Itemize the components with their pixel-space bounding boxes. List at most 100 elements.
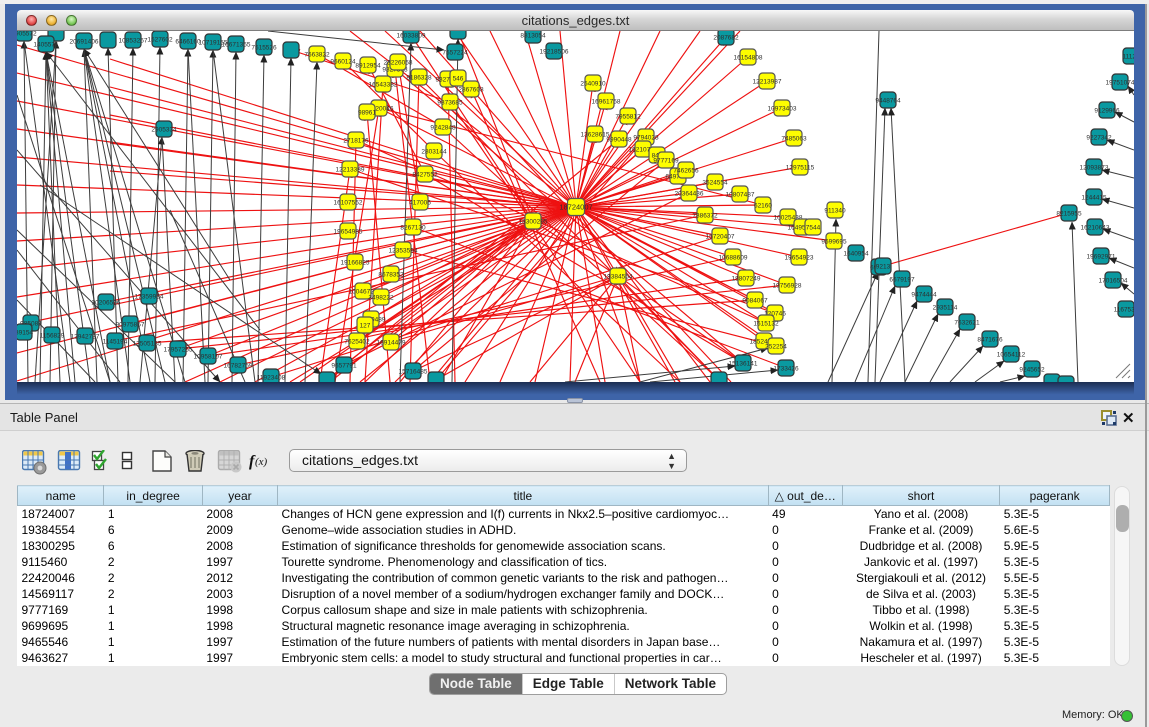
svg-text:1733426: 1733426 xyxy=(773,366,799,373)
svg-text:3624554: 3624554 xyxy=(702,180,728,187)
svg-text:9373685: 9373685 xyxy=(437,100,463,107)
svg-text:2905334: 2905334 xyxy=(151,127,177,134)
svg-text:911340: 911340 xyxy=(824,208,846,215)
svg-text:9448764: 9448764 xyxy=(875,98,901,105)
svg-text:20691406: 20691406 xyxy=(70,39,99,46)
svg-text:17359934: 17359934 xyxy=(135,294,164,301)
svg-text:62160: 62160 xyxy=(754,203,772,210)
svg-text:19218506: 19218506 xyxy=(540,49,569,56)
svg-text:23226058: 23226058 xyxy=(384,60,413,67)
svg-text:7557224: 7557224 xyxy=(442,50,468,57)
svg-text:19751074: 19751074 xyxy=(1106,80,1134,87)
svg-text:(x): (x) xyxy=(255,456,268,468)
svg-text:39154: 39154 xyxy=(17,330,33,337)
svg-text:90975867: 90975867 xyxy=(116,322,145,329)
svg-text:16033809: 16033809 xyxy=(397,33,426,40)
svg-text:8813054: 8813054 xyxy=(520,33,546,40)
svg-text:16961758: 16961758 xyxy=(592,99,621,106)
svg-text:9084067: 9084067 xyxy=(742,298,768,305)
svg-text:1615132: 1615132 xyxy=(753,321,779,328)
svg-text:9245652: 9245652 xyxy=(1019,367,1045,374)
svg-text:7955812: 7955812 xyxy=(615,114,641,121)
svg-text:15716485: 15716485 xyxy=(399,369,428,376)
svg-text:8186328: 8186328 xyxy=(406,75,432,82)
svg-text:12213987: 12213987 xyxy=(753,79,782,86)
svg-text:2867608: 2867608 xyxy=(458,87,484,94)
svg-text:15720407: 15720407 xyxy=(706,234,735,241)
svg-text:6466160: 6466160 xyxy=(175,39,201,46)
svg-text:2540910: 2540910 xyxy=(580,81,606,88)
svg-text:7386372: 7386372 xyxy=(692,213,718,220)
svg-text:10958107: 10958107 xyxy=(194,354,223,361)
svg-text:1244415: 1244415 xyxy=(1081,195,1107,202)
svg-text:9129966: 9129966 xyxy=(1094,108,1120,115)
svg-text:12942737: 12942737 xyxy=(71,334,100,341)
svg-text:18807249: 18807249 xyxy=(732,276,761,283)
svg-text:17016504: 17016504 xyxy=(1099,278,1128,285)
svg-text:252254: 252254 xyxy=(765,344,787,351)
svg-text:7663822: 7663822 xyxy=(304,52,330,59)
svg-text:19654923: 19654923 xyxy=(785,255,814,262)
svg-text:2935114: 2935114 xyxy=(933,305,958,312)
svg-text:16154808: 16154808 xyxy=(734,55,763,62)
svg-text:10807487: 10807487 xyxy=(726,192,755,199)
svg-text:9777169: 9777169 xyxy=(653,158,679,165)
svg-text:7462656: 7462656 xyxy=(673,168,699,175)
svg-text:127: 127 xyxy=(360,323,371,330)
svg-text:12213389: 12213389 xyxy=(336,167,365,174)
svg-text:9474444: 9474444 xyxy=(911,292,937,299)
svg-text:10853267: 10853267 xyxy=(119,38,148,45)
svg-text:8267130: 8267130 xyxy=(400,225,426,232)
svg-text:1905572: 1905572 xyxy=(17,31,37,38)
svg-text:1156829: 1156829 xyxy=(40,333,65,340)
svg-text:19756928: 19756928 xyxy=(773,283,802,290)
svg-text:10688609: 10688609 xyxy=(719,255,748,262)
svg-text:10654112: 10654112 xyxy=(997,352,1026,359)
svg-text:12505135: 12505135 xyxy=(133,341,162,348)
svg-text:8215955: 8215955 xyxy=(1056,211,1082,218)
svg-text:9660124: 9660124 xyxy=(330,59,356,66)
svg-text:7625402: 7625402 xyxy=(344,339,370,346)
svg-text:17957255: 17957255 xyxy=(164,347,193,354)
svg-text:546: 546 xyxy=(453,76,464,83)
svg-text:16210643: 16210643 xyxy=(1081,225,1110,232)
svg-text:7632621: 7632621 xyxy=(954,320,980,327)
svg-text:9657791: 9657791 xyxy=(331,363,357,370)
svg-text:20364436: 20364436 xyxy=(675,191,704,198)
svg-text:20206506: 20206506 xyxy=(92,300,121,307)
svg-text:18724007: 18724007 xyxy=(559,203,592,212)
svg-text:16543382: 16543382 xyxy=(369,82,398,89)
svg-text:1145194: 1145194 xyxy=(103,339,128,346)
svg-text:8427552: 8427552 xyxy=(412,172,438,179)
svg-text:16914479: 16914479 xyxy=(377,340,406,347)
svg-text:18300295: 18300295 xyxy=(519,219,548,226)
svg-text:12353594: 12353594 xyxy=(389,248,418,255)
svg-text:9699695: 9699695 xyxy=(821,239,847,246)
svg-text:417006: 417006 xyxy=(409,200,431,207)
svg-text:15136141: 15136141 xyxy=(729,361,758,368)
svg-text:2718176: 2718176 xyxy=(343,138,369,145)
svg-text:16107552: 16107552 xyxy=(334,200,363,207)
svg-text:16671355: 16671355 xyxy=(222,42,251,49)
svg-text:10973403: 10973403 xyxy=(768,106,797,113)
svg-text:98961: 98961 xyxy=(358,110,376,117)
svg-text:12975115: 12975115 xyxy=(786,165,815,172)
svg-text:19166825: 19166825 xyxy=(341,260,370,267)
svg-text:9227342: 9227342 xyxy=(1086,135,1112,142)
svg-text:1527602: 1527602 xyxy=(147,37,173,44)
svg-text:9242848: 9242848 xyxy=(430,125,456,132)
svg-text:19654985: 19654985 xyxy=(334,229,363,236)
svg-text:3498222: 3498222 xyxy=(368,295,394,302)
svg-text:2803144: 2803144 xyxy=(421,149,447,156)
svg-text:12093873: 12093873 xyxy=(1080,165,1109,172)
svg-text:8912954: 8912954 xyxy=(355,63,381,70)
svg-text:2087682: 2087682 xyxy=(713,35,739,42)
svg-text:6679197: 6679197 xyxy=(889,277,915,284)
svg-text:19384554: 19384554 xyxy=(604,274,633,281)
svg-text:8678352: 8678352 xyxy=(378,272,404,279)
svg-text:9990448: 9990448 xyxy=(606,137,632,144)
svg-text:1640954: 1640954 xyxy=(843,251,869,258)
svg-text:9213: 9213 xyxy=(876,264,891,271)
svg-text:16782759: 16782759 xyxy=(224,363,253,370)
svg-text:7515526: 7515526 xyxy=(251,45,277,52)
